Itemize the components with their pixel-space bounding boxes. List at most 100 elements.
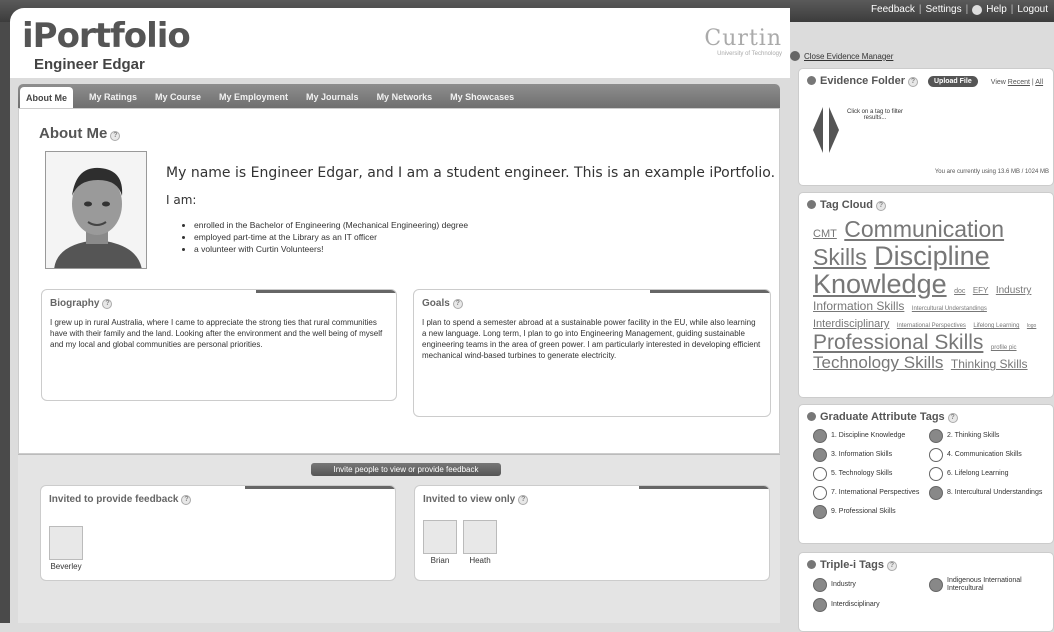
tab-my-networks[interactable]: My Networks [375,92,435,102]
tag-label: 9. Professional Skills [831,508,896,515]
tag-cloud-item[interactable]: Information Skills [813,299,904,313]
tab-my-employment[interactable]: My Employment [217,92,290,102]
triple-tag[interactable]: Industry [813,577,929,593]
graduate-tag[interactable]: 5. Technology Skills [813,467,929,481]
tag-cloud-item[interactable]: doc [954,288,965,295]
triple-title-text: Triple-i Tags [820,559,884,571]
curtin-logo-sub: University of Technology [717,51,782,57]
tag-cloud-item[interactable]: Industry [996,285,1032,296]
help-icon[interactable]: ? [907,77,918,87]
tag-cloud-item[interactable]: Technology Skills [813,353,943,372]
biography-title: Biography? [42,290,396,313]
settings-link[interactable]: Settings [925,4,961,15]
collapse-icon[interactable] [807,412,816,421]
tag-label: Industry [831,581,856,588]
storage-usage: You are currently using 13.6 MB / 1024 M… [934,169,1049,175]
list-item: employed part-time at the Library as an … [194,231,468,243]
tag-label: 3. Information Skills [831,451,893,458]
tab-about-me[interactable]: About Me [20,87,73,109]
graduate-tag[interactable]: 4. Communication Skills [929,448,1045,462]
tag-label: 2. Thinking Skills [947,432,1000,439]
feedback-link[interactable]: Feedback [871,4,915,15]
help-icon[interactable]: ? [102,299,113,309]
graduate-tag[interactable]: 7. International Perspectives [813,486,929,500]
view-only-card: Invited to view only? Brian Heath [414,485,770,581]
help-icon[interactable]: ? [875,201,886,211]
view-filter: View Recent | All [990,79,1044,86]
person-beverley[interactable]: Beverley [49,526,83,571]
tag-cloud-item[interactable]: Lifelong Learning [973,323,1019,329]
about-bullets: enrolled in the Bachelor of Engineering … [194,219,468,255]
tag-cloud-title: Tag Cloud? [799,193,1053,217]
tab-my-course[interactable]: My Course [153,92,203,102]
curtin-logo: Curtin University of Technology [704,26,782,57]
help-icon[interactable]: ? [518,495,529,505]
tag-cloud-item[interactable]: profile pic [991,345,1017,351]
tabs: About Me My Ratings My Course My Employm… [20,86,516,109]
help-icon[interactable]: ? [947,413,958,423]
info-icon [929,578,943,592]
info-icon [813,578,827,592]
collapse-icon[interactable] [807,76,816,85]
tag-label: 1. Discipline Knowledge [831,432,906,439]
logout-link[interactable]: Logout [1017,4,1048,15]
help-icon[interactable]: ? [886,561,897,571]
close-icon[interactable] [790,51,800,61]
tag-cloud-item[interactable]: Intercultural Understandings [912,306,987,312]
avatar [463,520,497,554]
evidence-hint: Click on a tag to filter results... [846,109,904,121]
top-links: Feedback | Settings | Help | Logout [870,4,1048,15]
graduate-title: Graduate Attribute Tags? [799,405,1053,429]
tag-cloud-item[interactable]: Thinking Skills [951,357,1028,371]
tag-cloud-item[interactable]: CMT [813,228,837,240]
view-all-link[interactable]: All [1035,79,1043,86]
discipline-icon [813,429,827,443]
tag-cloud-item[interactable]: EFY [973,286,989,295]
graduate-tag[interactable]: 8. Intercultural Understandings [929,486,1045,500]
profile-photo [45,151,147,269]
triple-tag[interactable]: Interdisciplinary [813,598,929,612]
biography-card: Biography? I grew up in rural Australia,… [41,289,397,401]
tag-cloud-item[interactable]: logo [1027,323,1036,329]
help-icon[interactable]: ? [110,131,121,141]
goals-title: Goals? [414,290,770,313]
collapse-icon[interactable] [807,200,816,209]
thinking-icon [929,429,943,443]
tab-my-showcases[interactable]: My Showcases [448,92,516,102]
graduate-tag[interactable]: 9. Professional Skills [813,505,929,519]
feedback-card: Invited to provide feedback? Beverley [40,485,396,581]
collapse-icon[interactable] [807,560,816,569]
upload-file-button[interactable]: Upload File [927,76,978,87]
view-recent-link[interactable]: Recent [1008,79,1030,86]
graduate-tag[interactable]: 3. Information Skills [813,448,929,462]
tag-label: Interdisciplinary [831,601,880,608]
info-icon [813,598,827,612]
about-heading: About Me? [39,125,121,142]
graduate-tag[interactable]: 1. Discipline Knowledge [813,429,929,443]
person-heath[interactable]: Heath [463,520,497,565]
about-heading-text: About Me [39,125,108,142]
evidence-title: Evidence Folder? Upload File View Recent … [799,69,1053,93]
close-evidence-link[interactable]: Close Evidence Manager [804,52,893,61]
help-icon[interactable]: ? [452,299,463,309]
tag-cloud-item[interactable]: International Perspectives [897,323,966,329]
tag-cloud-item[interactable]: Professional Skills [813,331,983,354]
i-am-label: I am: [166,193,197,207]
carousel-arrows-icon[interactable] [811,105,841,155]
invite-button[interactable]: Invite people to view or provide feedbac… [311,463,501,476]
help-link[interactable]: Help [986,4,1007,15]
tag-label: 4. Communication Skills [947,451,1022,458]
goals-card: Goals? I plan to spend a semester abroad… [413,289,771,417]
tab-my-journals[interactable]: My Journals [304,92,361,102]
person-brian[interactable]: Brian [423,520,457,565]
graduate-tag[interactable]: 6. Lifelong Learning [929,467,1045,481]
triple-tag[interactable]: Indigenous International Intercultural [929,577,1045,593]
information-icon [813,448,827,462]
tag-cloud-item[interactable]: Interdisciplinary [813,318,889,331]
graduate-tag[interactable]: 2. Thinking Skills [929,429,1045,443]
curtin-logo-name: Curtin [704,26,782,51]
tab-my-ratings[interactable]: My Ratings [87,92,139,102]
graduate-title-text: Graduate Attribute Tags [820,411,945,423]
person-name: Heath [469,556,491,565]
help-icon[interactable]: ? [181,495,192,505]
